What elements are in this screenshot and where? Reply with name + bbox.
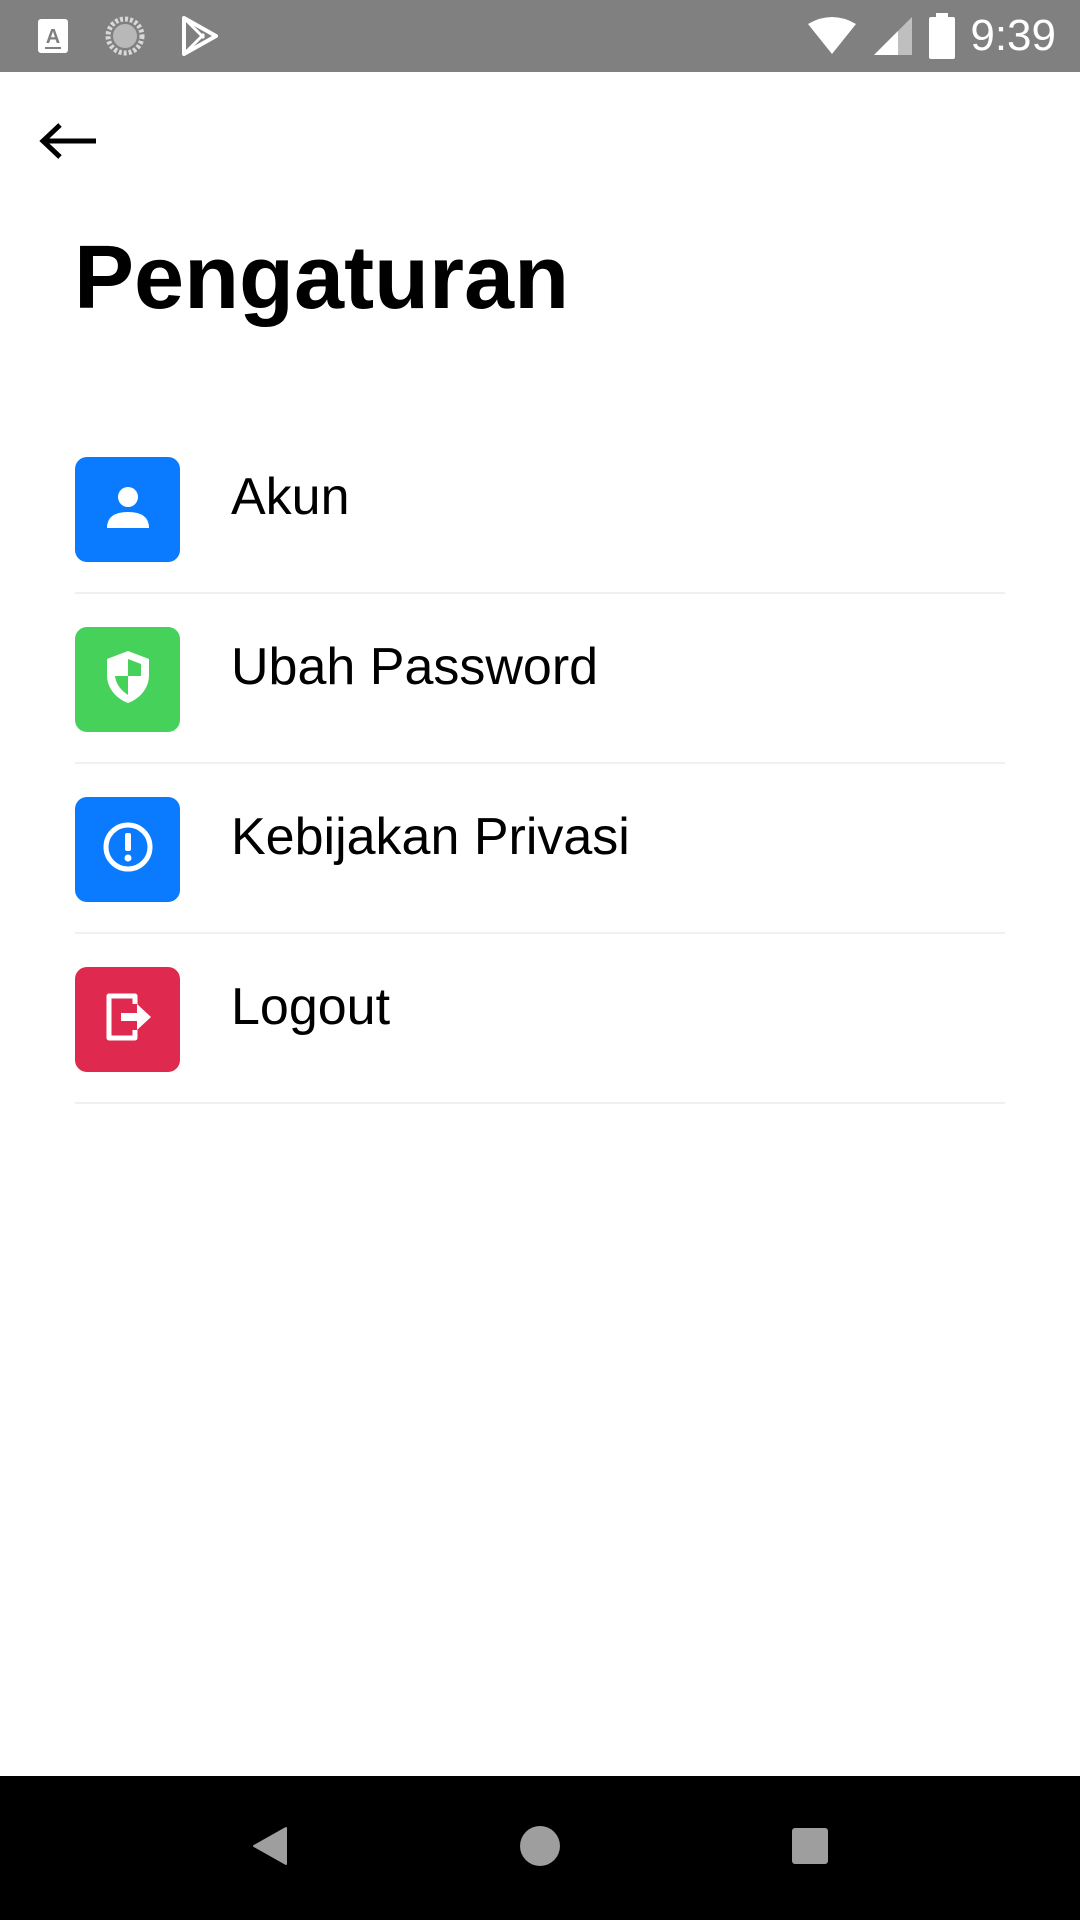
loading-circle-icon [104, 15, 146, 57]
status-notification-icons: A [36, 14, 220, 58]
recents-square-icon [789, 1825, 831, 1872]
home-circle-icon [518, 1824, 562, 1873]
user-icon [103, 482, 153, 537]
settings-item-label: Kebijakan Privasi [231, 808, 630, 866]
nav-back-button[interactable] [234, 1812, 306, 1884]
settings-item-label: Akun [231, 468, 350, 526]
settings-item-ubah-password[interactable]: Ubah Password [75, 594, 1005, 764]
text-a-icon: A [36, 17, 70, 55]
page-title: Pengaturan [74, 228, 570, 328]
nav-recents-button[interactable] [774, 1812, 846, 1884]
item-icon-bg [75, 797, 180, 902]
settings-item-label: Logout [231, 978, 391, 1036]
settings-item-logout[interactable]: Logout [75, 934, 1005, 1104]
play-store-icon [180, 15, 220, 57]
status-system-icons: 9:39 [806, 8, 1056, 64]
svg-text:A: A [46, 26, 60, 48]
settings-screen: A 9:39 Pengaturan Akun Ubah Password Keb… [0, 0, 1080, 1920]
wifi-icon [806, 16, 858, 56]
item-icon-bg [75, 627, 180, 732]
settings-item-kebijakan-privasi[interactable]: Kebijakan Privasi [75, 764, 1005, 934]
settings-list: Akun Ubah Password Kebijakan Privasi Log… [75, 424, 1005, 1104]
logout-icon [101, 990, 155, 1049]
back-button[interactable] [30, 110, 106, 176]
arrow-left-icon [38, 121, 98, 166]
nav-home-button[interactable] [504, 1812, 576, 1884]
cell-signal-icon [872, 15, 914, 57]
item-icon-bg [75, 457, 180, 562]
back-triangle-icon [248, 1824, 292, 1873]
battery-icon [928, 13, 956, 59]
system-nav-bar [0, 1776, 1080, 1920]
shield-icon [103, 649, 153, 710]
status-time: 9:39 [970, 11, 1056, 60]
status-bar: A 9:39 [0, 0, 1080, 72]
item-icon-bg [75, 967, 180, 1072]
settings-item-akun[interactable]: Akun [75, 424, 1005, 594]
info-circle-icon [101, 820, 155, 879]
settings-item-label: Ubah Password [231, 638, 599, 696]
